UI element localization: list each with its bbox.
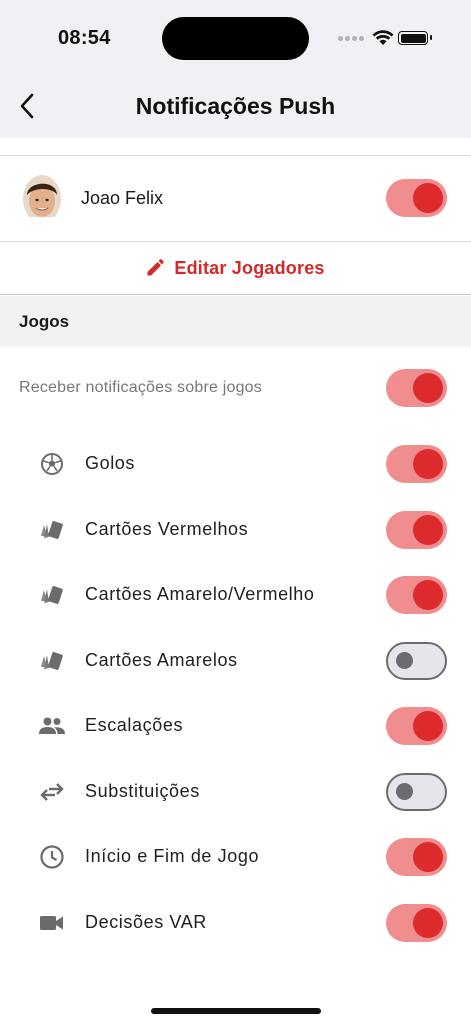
swap-arrows-icon <box>38 779 66 805</box>
option-row-lineups: Escalações <box>0 703 471 749</box>
wifi-icon <box>372 30 394 45</box>
clock-icon <box>38 844 66 870</box>
option-toggle-yellow-cards[interactable] <box>386 642 447 680</box>
option-toggle-goals[interactable] <box>386 445 447 483</box>
games-master-row: Receber notificações sobre jogos <box>0 365 471 411</box>
option-toggle-yellow-red-cards[interactable] <box>386 576 447 614</box>
option-label: Cartões Amarelos <box>85 650 238 670</box>
option-toggle-red-cards[interactable] <box>386 511 447 549</box>
option-label: Escalações <box>85 715 184 735</box>
games-master-toggle[interactable] <box>386 369 447 407</box>
top-bar: 08:54 Notificações Push <box>0 0 471 138</box>
player-toggle[interactable] <box>386 179 447 217</box>
battery-icon <box>398 31 432 45</box>
option-label: Início e Fim de Jogo <box>85 846 260 866</box>
video-camera-icon <box>38 910 66 936</box>
status-icons <box>338 28 432 48</box>
signal-icon <box>338 35 364 41</box>
option-toggle-substitutions[interactable] <box>386 773 447 811</box>
option-label: Substituições <box>85 781 200 801</box>
section-title: Jogos <box>19 312 70 331</box>
option-toggle-var[interactable] <box>386 904 447 942</box>
player-name: Joao Felix <box>81 188 164 208</box>
option-row-goals: Golos <box>0 441 471 487</box>
option-row-substitutions: Substituições <box>0 769 471 815</box>
pencil-icon <box>147 259 164 276</box>
section-header-games: Jogos <box>0 296 471 347</box>
soccer-ball-icon <box>38 451 66 477</box>
option-row-yellow-cards: Cartões Amarelos <box>0 638 471 684</box>
people-icon <box>38 713 66 739</box>
games-master-label: Receber notificações sobre jogos <box>19 379 262 396</box>
option-label: Cartões Amarelo/Vermelho <box>85 584 315 604</box>
player-avatar <box>23 175 61 223</box>
option-label: Cartões Vermelhos <box>85 519 249 539</box>
option-row-kickoff-fulltime: Início e Fim de Jogo <box>0 834 471 880</box>
divider <box>0 294 471 295</box>
option-row-red-cards: Cartões Vermelhos <box>0 507 471 553</box>
dynamic-island <box>162 17 309 60</box>
home-indicator[interactable] <box>151 1008 321 1014</box>
edit-players-button[interactable]: Editar Jogadores <box>0 242 471 294</box>
option-row-yellow-red-cards: Cartões Amarelo/Vermelho <box>0 572 471 618</box>
option-label: Golos <box>85 453 136 473</box>
cards-icon <box>38 517 66 543</box>
status-time: 08:54 <box>58 27 111 49</box>
option-toggle-kickoff-fulltime[interactable] <box>386 838 447 876</box>
player-row: Joao Felix <box>0 156 471 241</box>
edit-players-label: Editar Jogadores <box>174 257 325 278</box>
cards-icon <box>38 582 66 608</box>
option-toggle-lineups[interactable] <box>386 707 447 745</box>
option-row-var: Decisões VAR <box>0 900 471 946</box>
option-label: Decisões VAR <box>85 912 207 932</box>
page-title: Notificações Push <box>135 93 336 119</box>
cards-icon <box>38 648 66 674</box>
